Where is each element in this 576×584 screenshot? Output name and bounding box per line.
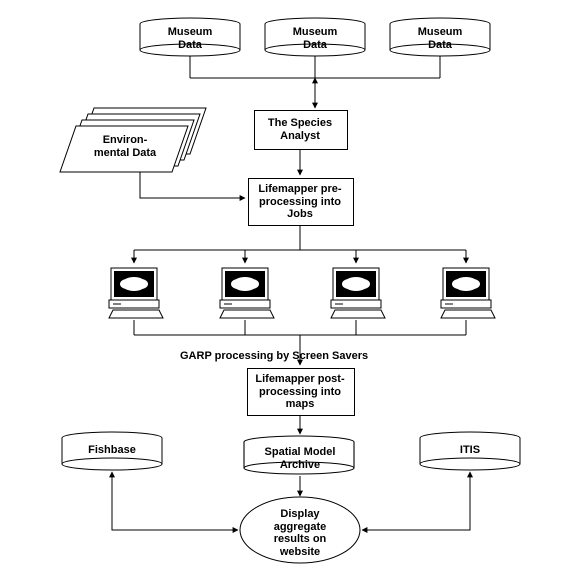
label-garp: GARP processing by Screen Savers [180,350,440,363]
db-spatial-archive: Spatial Model Archive [246,446,354,471]
db-museum-3: Museum Data [390,26,490,51]
db-museum-1: Museum Data [140,26,240,51]
node-display: Display aggregate results on website [250,508,350,559]
db-itis: ITIS [420,444,520,457]
label-species-analyst: The Species Analyst [254,117,346,142]
label-postprocess: Lifemapper post- processing into maps [247,373,353,411]
db-museum-2: Museum Data [265,26,365,51]
label-preprocess: Lifemapper pre- processing into Jobs [248,183,352,221]
db-fishbase: Fishbase [62,444,162,457]
node-env-data: Environ- mental Data [75,134,175,159]
